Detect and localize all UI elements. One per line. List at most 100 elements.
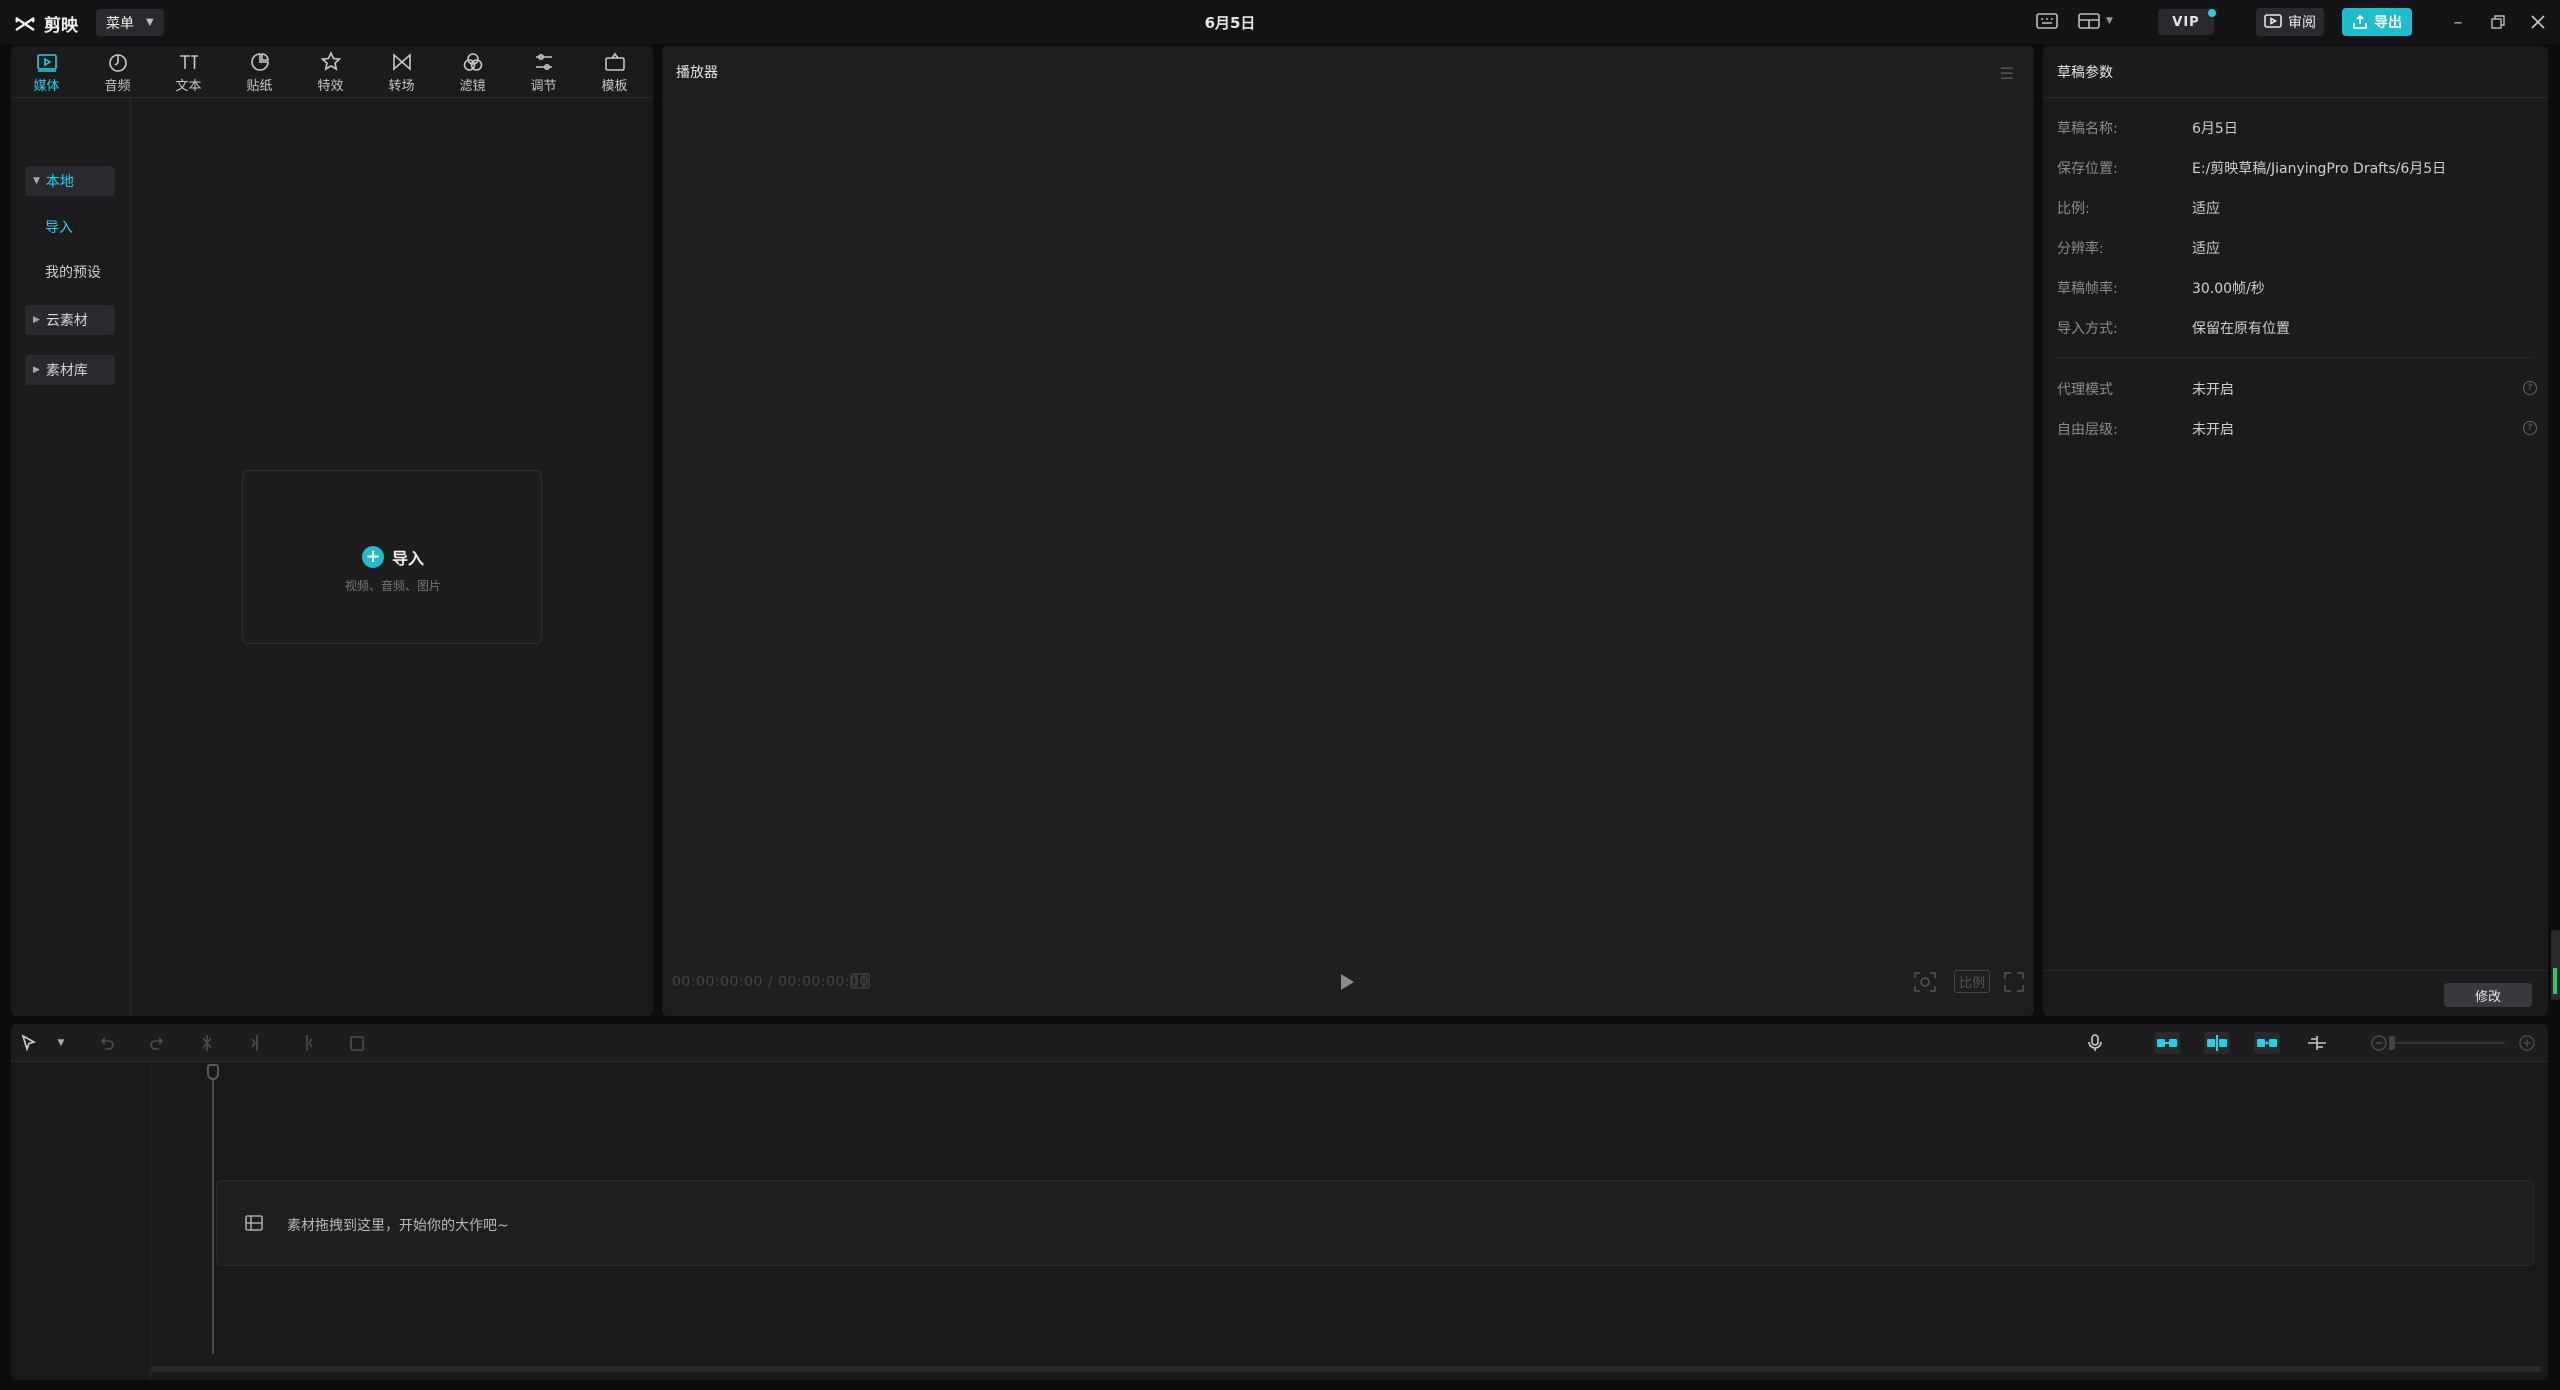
nav-library[interactable]: ▶ 素材库 — [25, 355, 115, 385]
effects-icon — [320, 50, 341, 71]
film-strip-icon — [245, 1215, 263, 1231]
minimize-icon: – — [2453, 11, 2463, 33]
timeline-scrollbar[interactable] — [151, 1366, 2541, 1372]
delete-button[interactable] — [347, 1033, 367, 1053]
hamburger-menu-icon[interactable]: ☰ — [2000, 64, 2014, 83]
tab-text[interactable]: 文本 — [153, 46, 224, 98]
tab-effects[interactable]: 特效 — [295, 46, 366, 98]
caret-down-icon: ▼ — [33, 176, 40, 186]
prop-frame-rate: 草稿帧率: 30.00帧/秒 — [2057, 278, 2537, 302]
chevron-down-icon[interactable]: ▼ — [51, 1033, 71, 1053]
time-separator: / — [767, 974, 779, 990]
minimize-button[interactable]: – — [2446, 10, 2470, 34]
prop-label: 导入方式: — [2057, 321, 2118, 337]
prop-save-location: 保存位置: E:/剪映草稿/JianyingPro Drafts/6月5日 — [2057, 158, 2537, 182]
undo-icon — [100, 1037, 114, 1050]
nav-cloud[interactable]: ▶ 云素材 — [25, 305, 115, 335]
delete-right-button[interactable] — [297, 1033, 317, 1053]
tab-label: 文本 — [175, 78, 202, 94]
main-track-magnet-button[interactable] — [2154, 1032, 2180, 1054]
timeline-panel: ▼ 素材拖拽到这里，开始你的大作吧~ — [11, 1024, 2548, 1380]
notification-dot — [2208, 9, 2216, 17]
time-readout: 00:00:00:00 / 00:00:00:00 — [672, 974, 869, 990]
menu-button[interactable]: 菜单 ▼ — [96, 9, 164, 36]
filter-icon — [463, 52, 482, 71]
trim-left-icon — [251, 1035, 258, 1051]
layout-button[interactable]: ▼ — [2078, 12, 2113, 30]
title-bar: 剪映 菜单 ▼ 6月5日 ▼ VIP 审阅 导出 – — [0, 0, 2560, 44]
vip-button[interactable]: VIP — [2158, 9, 2214, 35]
play-icon — [1341, 974, 1354, 990]
props-footer: 修改 — [2043, 970, 2548, 1016]
adjust-icon — [535, 53, 552, 70]
tab-media[interactable]: 媒体 — [11, 46, 82, 98]
prop-import-mode: 导入方式: 保留在原有位置 — [2057, 318, 2537, 342]
playhead-handle[interactable] — [207, 1064, 219, 1080]
nav-local-label: 本地 — [45, 174, 74, 190]
prop-value: 30.00帧/秒 — [2192, 281, 2265, 297]
drop-hint: 素材拖拽到这里，开始你的大作吧~ — [287, 1218, 509, 1234]
prop-label: 比例: — [2057, 201, 2090, 217]
split-button[interactable] — [197, 1033, 217, 1053]
app-logo: 剪映 — [14, 11, 78, 36]
prop-free-layer: 自由层级: 未开启 ? — [2057, 419, 2537, 443]
tab-label: 转场 — [388, 78, 415, 94]
trash-icon — [350, 1036, 364, 1051]
undo-button[interactable] — [97, 1033, 117, 1053]
preview-axis-button[interactable] — [2304, 1032, 2330, 1054]
record-voice-button[interactable] — [2085, 1033, 2105, 1053]
nav-local[interactable]: ▼ 本地 — [25, 166, 115, 196]
app-name: 剪映 — [44, 16, 78, 36]
help-icon[interactable]: ? — [2523, 381, 2537, 395]
tab-adjust[interactable]: 调节 — [508, 46, 579, 98]
prop-draft-name: 草稿名称: 6月5日 — [2057, 118, 2537, 142]
delete-left-button[interactable] — [247, 1033, 267, 1053]
player-panel: 播放器 ☰ 00:00:00:00 / 00:00:00:00 比例 — [662, 46, 2034, 1016]
zoom-in-button[interactable] — [2517, 1033, 2537, 1053]
fullscreen-button[interactable] — [2004, 972, 2024, 996]
close-icon — [2531, 15, 2545, 29]
zoom-slider-handle[interactable] — [2389, 1036, 2395, 1050]
linkage-button[interactable] — [2254, 1032, 2280, 1054]
import-action[interactable]: + 导入 — [243, 545, 543, 569]
prop-label: 保存位置: — [2057, 161, 2118, 177]
timecode-format-icon[interactable] — [850, 972, 870, 994]
main-track-drop-zone[interactable]: 素材拖拽到这里，开始你的大作吧~ — [216, 1180, 2534, 1266]
nav-import[interactable]: 导入 — [45, 217, 73, 237]
redo-icon — [150, 1037, 164, 1050]
document-title: 6月5日 — [1204, 14, 1256, 32]
import-label: 导入 — [391, 549, 424, 568]
tab-filter[interactable]: 滤镜 — [437, 46, 508, 98]
close-button[interactable] — [2526, 10, 2550, 34]
prop-label: 代理模式 — [2057, 382, 2113, 398]
audio-icon — [108, 53, 127, 72]
preview-axis-icon — [2308, 1036, 2326, 1050]
zoom-out-button[interactable] — [2369, 1033, 2389, 1053]
import-card[interactable]: + 导入 视频、音频、图片 — [242, 470, 542, 644]
ratio-button[interactable]: 比例 — [1954, 970, 1991, 993]
tab-transition[interactable]: 转场 — [366, 46, 437, 98]
help-icon[interactable]: ? — [2523, 421, 2537, 435]
playhead-line[interactable] — [212, 1064, 214, 1354]
nav-my-presets[interactable]: 我的预设 — [45, 262, 101, 282]
review-button[interactable]: 审阅 — [2256, 8, 2324, 36]
props-header: 草稿参数 — [2043, 46, 2548, 98]
auto-snap-button[interactable] — [2204, 1032, 2230, 1054]
play-button[interactable] — [1338, 972, 1358, 992]
select-tool-button[interactable] — [19, 1033, 39, 1053]
keyboard-shortcut-button[interactable] — [2036, 12, 2058, 30]
tab-template[interactable]: 模板 — [579, 46, 650, 98]
modify-button[interactable]: 修改 — [2444, 983, 2532, 1007]
screenshot-button[interactable] — [1914, 972, 1936, 996]
prop-value: 6月5日 — [2192, 121, 2238, 137]
trim-right-icon — [306, 1035, 313, 1051]
restore-button[interactable] — [2486, 10, 2510, 34]
tab-audio[interactable]: 音频 — [82, 46, 153, 98]
zoom-slider-track[interactable] — [2395, 1042, 2505, 1044]
media-side-nav: ▼ 本地 导入 我的预设 ▶ 云素材 ▶ 素材库 — [11, 98, 131, 1016]
export-button[interactable]: 导出 — [2342, 8, 2412, 36]
redo-button[interactable] — [147, 1033, 167, 1053]
draft-properties-panel: 草稿参数 草稿名称: 6月5日 保存位置: E:/剪映草稿/JianyingPr… — [2043, 46, 2548, 1016]
tab-sticker[interactable]: 贴纸 — [224, 46, 295, 98]
prop-resolution: 分辨率: 适应 — [2057, 238, 2537, 262]
